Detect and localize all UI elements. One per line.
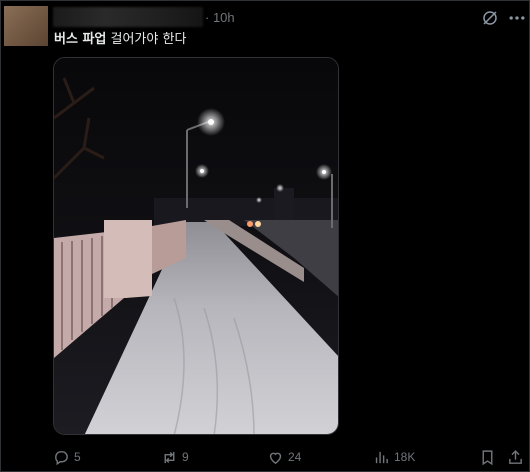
post-container: · 10h 버스 파업 걸어가야 한다 5 9 24 18K bbox=[0, 0, 530, 472]
post-text-bold: 버스 파업 bbox=[54, 32, 107, 47]
post-text: 버스 파업 걸어가야 한다 bbox=[54, 28, 186, 47]
share-button[interactable] bbox=[507, 447, 524, 467]
bookmark-button[interactable] bbox=[479, 447, 496, 467]
reply-icon bbox=[55, 450, 68, 465]
like-count: 24 bbox=[288, 450, 302, 464]
more-icon[interactable] bbox=[507, 8, 527, 28]
snowy-bridge-photo bbox=[54, 58, 338, 434]
heart-icon bbox=[269, 452, 282, 464]
avatar[interactable] bbox=[4, 6, 48, 46]
blurred-author-name bbox=[53, 7, 203, 27]
views-button[interactable]: 18K bbox=[373, 447, 415, 467]
like-button[interactable]: 24 bbox=[267, 447, 301, 467]
post-photo[interactable] bbox=[53, 57, 339, 435]
views-icon bbox=[375, 451, 388, 463]
view-count: 18K bbox=[394, 450, 416, 464]
grok-icon[interactable] bbox=[481, 9, 499, 27]
post-timestamp[interactable]: · 10h bbox=[205, 10, 235, 25]
post-text-rest: 걸어가야 한다 bbox=[106, 32, 187, 47]
repost-button[interactable]: 9 bbox=[161, 447, 189, 467]
reply-button[interactable]: 5 bbox=[53, 447, 81, 467]
repost-icon bbox=[164, 451, 175, 463]
repost-count: 9 bbox=[182, 450, 189, 464]
reply-count: 5 bbox=[74, 450, 81, 464]
bookmark-icon bbox=[482, 449, 493, 465]
share-icon bbox=[509, 449, 522, 464]
